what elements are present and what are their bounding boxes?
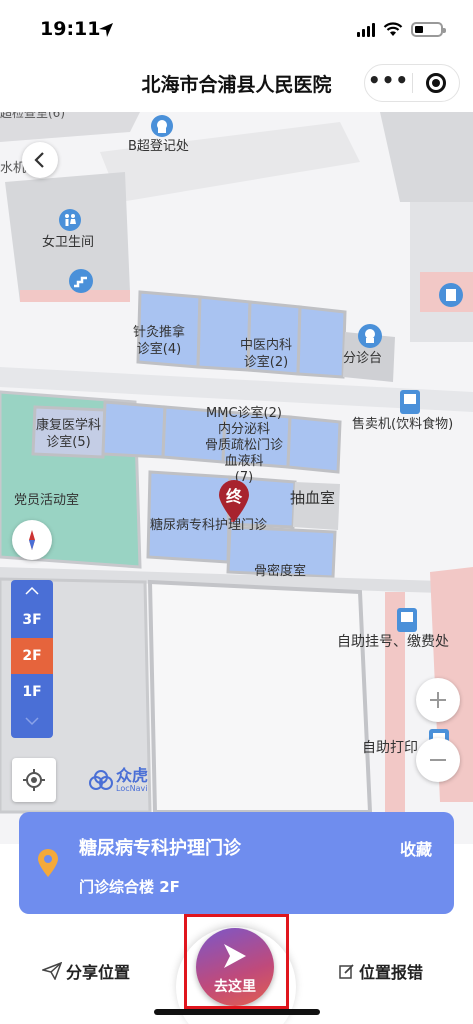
- chevron-up-icon: [25, 586, 39, 595]
- label-vending[interactable]: 售卖机(饮料食物): [352, 416, 453, 433]
- share-location-button[interactable]: 分享位置: [42, 959, 130, 983]
- close-miniprogram-button[interactable]: [413, 73, 459, 93]
- self-service-kiosk-icon: [397, 608, 417, 632]
- chevron-left-icon: [34, 152, 44, 168]
- floor-2f[interactable]: 2F: [11, 638, 53, 674]
- nurse-station-icon: [151, 115, 173, 137]
- destination-info-card[interactable]: 糖尿病专科护理门诊 收藏 门诊综合楼 2F: [19, 812, 454, 921]
- report-error-label: 位置报错: [358, 963, 423, 982]
- mini-program-capsule: •••: [364, 64, 460, 102]
- label-rehab[interactable]: 康复医学科 诊室(5): [36, 417, 101, 451]
- destination-name: 糖尿病专科护理门诊: [79, 838, 241, 859]
- header: 北海市合浦县人民医院 •••: [0, 56, 473, 112]
- end-marker-text: 终: [225, 487, 242, 506]
- label-blood-draw[interactable]: 抽血室: [290, 490, 335, 507]
- locate-me-button[interactable]: [12, 758, 56, 802]
- vending-machine-icon: [400, 390, 420, 414]
- zoom-in-button[interactable]: [416, 678, 460, 722]
- label-women-restroom[interactable]: 女卫生间: [42, 234, 94, 251]
- home-indicator: [154, 1009, 320, 1015]
- logo-subtext: LocNavi: [116, 784, 148, 793]
- label-self-register[interactable]: 自助挂号、缴费处: [337, 634, 449, 651]
- favorite-button[interactable]: 收藏: [400, 836, 432, 860]
- minus-icon: [430, 759, 446, 761]
- elevator-icon: [439, 283, 463, 307]
- indoor-map[interactable]: 超检查室(6) 水机 B超登记处 女卫生间 分诊台 售卖机(饮料食物) 针灸推拿…: [0, 112, 473, 844]
- stairs-icon: [69, 269, 93, 293]
- label-tcm[interactable]: 中医内科 诊室(2): [240, 337, 292, 371]
- locnavi-logo: 众虎 LocNavi: [88, 768, 148, 793]
- back-button[interactable]: [22, 142, 58, 178]
- status-indicators: [357, 22, 446, 37]
- label-self-print[interactable]: 自助打印: [362, 740, 418, 757]
- label-b-ultrasound[interactable]: B超登记处: [128, 138, 189, 155]
- battery-icon: [411, 22, 446, 37]
- floor-down-arrow[interactable]: [11, 710, 53, 732]
- share-location-label: 分享位置: [66, 963, 131, 982]
- zoom-out-button[interactable]: [416, 738, 460, 782]
- location-pin-icon: [38, 849, 58, 877]
- target-close-icon: [425, 73, 446, 93]
- locnavi-logo-icon: [89, 769, 113, 790]
- logo-text: 众虎: [116, 766, 149, 785]
- plus-icon: [430, 692, 446, 708]
- floor-switcher: 3F 2F 1F: [11, 580, 53, 738]
- destination-marker[interactable]: 终: [217, 479, 251, 523]
- floor-up-arrow[interactable]: [11, 580, 53, 602]
- paper-plane-icon: [42, 962, 62, 980]
- restroom-icon: [59, 209, 81, 231]
- status-bar: 19:11: [0, 0, 473, 56]
- triage-nurse-icon: [358, 324, 382, 348]
- highlight-box: [184, 914, 289, 1009]
- compass-icon: [29, 530, 35, 550]
- crosshair-icon: [23, 769, 45, 791]
- location-arrow-icon: [99, 23, 113, 37]
- logo-text-block: 众虎 LocNavi: [116, 766, 149, 794]
- edit-icon: [339, 964, 354, 979]
- destination-location: 门诊综合楼 2F: [79, 878, 180, 896]
- report-error-button[interactable]: 位置报错: [339, 959, 423, 983]
- status-time: 19:11: [40, 18, 101, 40]
- label-party-room[interactable]: 党员活动室: [14, 492, 79, 509]
- wifi-icon: [383, 22, 403, 36]
- label-partial-exam-room: 超检查室(6): [0, 112, 65, 120]
- floor-3f[interactable]: 3F: [11, 602, 53, 638]
- label-mmc[interactable]: MMC诊室(2) 内分泌科 骨质疏松门诊 血液科 (7): [205, 406, 283, 486]
- more-options-icon[interactable]: •••: [365, 70, 412, 90]
- floor-1f[interactable]: 1F: [11, 674, 53, 710]
- cellular-signal-icon: [357, 22, 375, 37]
- label-bone-density[interactable]: 骨密度室: [254, 563, 306, 580]
- label-acupuncture[interactable]: 针灸推拿 诊室(4): [133, 324, 185, 358]
- compass-button[interactable]: [12, 520, 52, 560]
- chevron-down-icon: [25, 717, 39, 726]
- label-triage[interactable]: 分诊台: [343, 350, 382, 367]
